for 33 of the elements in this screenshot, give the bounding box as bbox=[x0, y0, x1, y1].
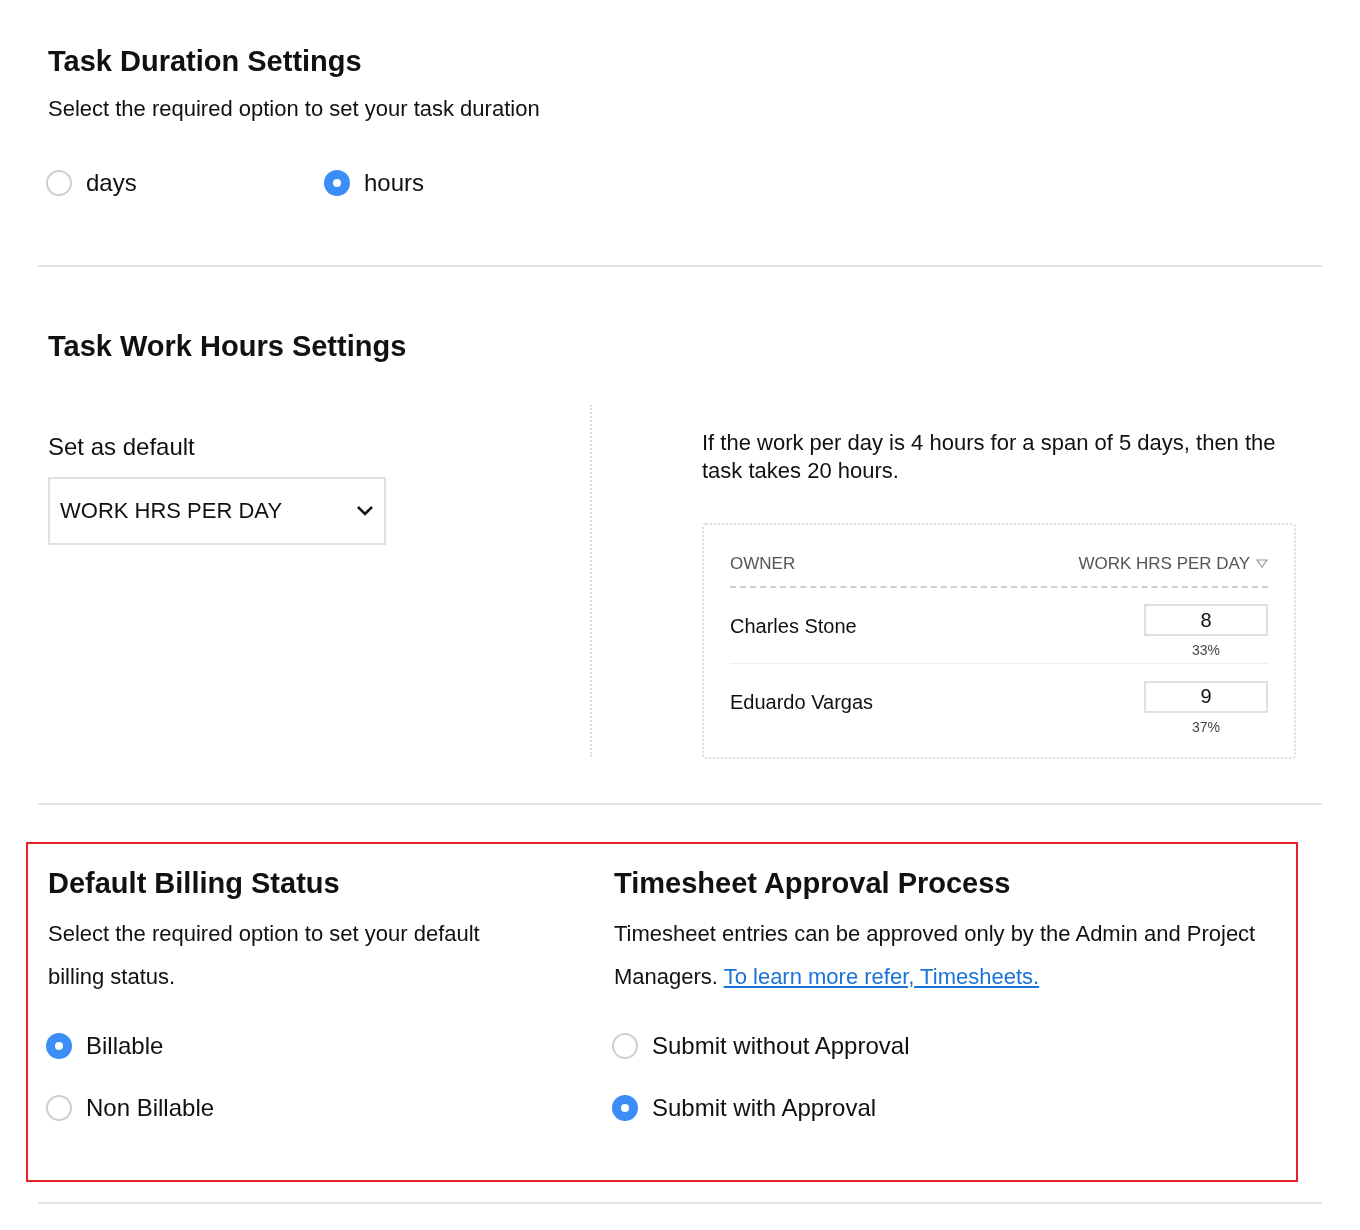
section-description: Select the required option to set your default billing status. bbox=[48, 919, 481, 991]
hours-input[interactable]: 8 bbox=[1144, 604, 1268, 636]
section-description: Select the required option to set your task duration bbox=[48, 94, 541, 123]
percent-text: 33% bbox=[1192, 641, 1220, 660]
owner-name: Charles Stone bbox=[730, 613, 857, 639]
radio-button[interactable] bbox=[612, 1032, 638, 1059]
radio-option[interactable]: Submit without Approval bbox=[612, 1027, 1274, 1064]
field-label: Set as default bbox=[48, 431, 196, 462]
section-description: Timesheet entries can be approved only by the Admin and Project Managers. To learn more refer, Timesheets. bbox=[614, 919, 1257, 991]
radio-option[interactable]: Submit with Approval bbox=[612, 1089, 1274, 1126]
column-header: WORK HRS PER DAY bbox=[1078, 552, 1250, 575]
section-title: Task Duration Settings bbox=[48, 44, 363, 79]
radio-button[interactable] bbox=[46, 1032, 72, 1059]
radio-button[interactable] bbox=[46, 169, 72, 196]
hours-input[interactable]: 9 bbox=[1144, 680, 1268, 713]
default-dropdown[interactable]: WORK HRS PER DAY bbox=[48, 476, 386, 545]
section-title: Task Work Hours Settings bbox=[47, 329, 408, 364]
radio-option[interactable]: days bbox=[46, 164, 324, 201]
radio-option[interactable]: Non Billable bbox=[46, 1089, 614, 1126]
section-title: Default Billing Status bbox=[48, 866, 341, 901]
radio-option[interactable]: Billable bbox=[46, 1027, 614, 1064]
column-header: OWNER bbox=[730, 552, 796, 575]
sort-triangle-icon[interactable] bbox=[1256, 558, 1268, 568]
section-title: Timesheet Approval Process bbox=[614, 866, 1012, 901]
radio-option[interactable]: hours bbox=[324, 164, 602, 201]
timesheets-link[interactable]: To learn more refer, Timesheets. bbox=[723, 963, 1040, 989]
radio-button[interactable] bbox=[46, 1094, 72, 1121]
owner-name: Eduardo Vargas bbox=[730, 690, 874, 715]
radio-button[interactable] bbox=[612, 1094, 638, 1121]
percent-text: 37% bbox=[1192, 717, 1220, 737]
chevron-down-icon bbox=[356, 505, 374, 516]
explanation-text: If the work per day is 4 hours for a span of 5 days, then the task takes 20 hours. bbox=[702, 428, 1277, 485]
radio-button[interactable] bbox=[324, 169, 350, 196]
